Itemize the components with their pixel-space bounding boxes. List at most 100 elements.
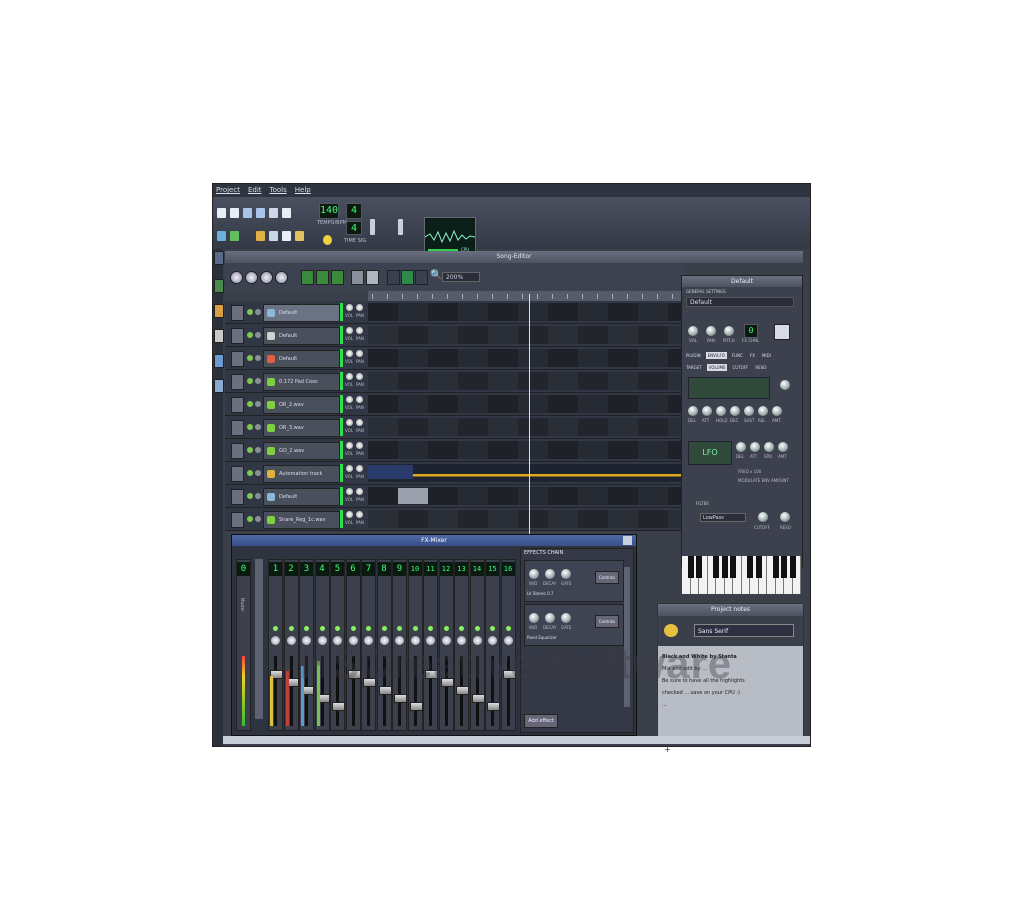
metronome-button[interactable] [387, 270, 400, 285]
tab-func[interactable]: FUNC [730, 352, 745, 359]
track-volume-knob[interactable] [346, 373, 353, 380]
track-name-button[interactable]: GO_2.wav [263, 442, 340, 460]
automation-clip[interactable] [368, 465, 413, 479]
track-pattern-area[interactable] [368, 418, 685, 436]
instrument-name-field[interactable]: Default [686, 297, 794, 307]
track-grip-icon[interactable] [231, 489, 244, 505]
effect-1-controls-button[interactable]: Controls [595, 571, 619, 584]
menu-project[interactable]: Project [216, 184, 240, 197]
lfo-knob[interactable] [736, 442, 746, 452]
mute-led-icon[interactable] [247, 332, 253, 338]
track-pattern-area[interactable] [368, 464, 685, 482]
recent-projects-icon[interactable] [256, 208, 265, 218]
solo-led-icon[interactable] [255, 447, 261, 453]
track-row[interactable]: 0.172 Pad Coos VOL PAN [225, 370, 685, 393]
effect-2-wd-knob[interactable] [529, 613, 539, 623]
solo-led-icon[interactable] [255, 378, 261, 384]
channel-mute-led-icon[interactable] [428, 626, 433, 631]
track-pan-knob[interactable] [356, 419, 363, 426]
new-project-icon[interactable] [217, 208, 226, 218]
track-row[interactable]: Snare_Reg_1c.wav VOL PAN [225, 508, 685, 531]
piano-black-key[interactable] [696, 556, 702, 578]
channel-mute-led-icon[interactable] [490, 626, 495, 631]
effect-2-decay-knob[interactable] [545, 613, 555, 623]
add-effect-button[interactable]: Add effect [524, 714, 558, 728]
track-volume-knob[interactable] [346, 419, 353, 426]
channel-send-knob[interactable] [286, 636, 296, 645]
channel-mute-led-icon[interactable] [397, 626, 402, 631]
track-pan-knob[interactable] [356, 442, 363, 449]
mute-led-icon[interactable] [247, 470, 253, 476]
mixer-channel[interactable]: 1 [268, 559, 283, 731]
sidebar-projects-icon[interactable] [214, 279, 224, 293]
channel-fader-handle[interactable] [471, 694, 485, 703]
track-row[interactable]: OR_3.wav VOL PAN [225, 416, 685, 439]
track-pan-knob[interactable] [356, 511, 363, 518]
channel-mute-led-icon[interactable] [459, 626, 464, 631]
piano-keyboard[interactable] [682, 556, 801, 594]
track-grip-icon[interactable] [231, 305, 244, 321]
track-pattern-area[interactable] [368, 441, 685, 459]
solo-led-icon[interactable] [255, 309, 261, 315]
track-row[interactable]: Default VOL PAN [225, 301, 685, 324]
menu-tools[interactable]: Tools [270, 184, 287, 197]
zoom-select[interactable]: 200% [442, 272, 480, 282]
channel-mute-led-icon[interactable] [505, 626, 511, 631]
automation-icon[interactable] [269, 231, 278, 241]
tab-target[interactable]: TARGET [684, 364, 704, 371]
star-icon[interactable] [323, 235, 332, 245]
track-pan-knob[interactable] [356, 304, 363, 311]
play-button[interactable] [230, 271, 243, 284]
pitch-knob[interactable] [724, 326, 734, 336]
solo-led-icon[interactable] [255, 516, 261, 522]
auto-scroll-button[interactable] [415, 270, 428, 285]
track-name-button[interactable]: OR_2.wav [263, 396, 340, 414]
channel-send-knob[interactable] [271, 636, 280, 645]
channel-fader-handle[interactable] [332, 702, 345, 711]
time-sig-display[interactable]: 4 [346, 203, 362, 219]
undo-icon[interactable] [664, 624, 678, 637]
sidebar-presets-icon[interactable] [214, 329, 224, 343]
solo-led-icon[interactable] [255, 355, 261, 361]
sidebar-home-icon[interactable] [214, 354, 224, 368]
export-icon[interactable] [282, 208, 291, 218]
timeline-ruler[interactable] [368, 291, 688, 301]
track-name-button[interactable]: OR_3.wav [263, 419, 340, 437]
env-knob[interactable] [758, 406, 768, 416]
new-from-template-icon[interactable] [230, 208, 239, 218]
channel-mute-led-icon[interactable] [319, 626, 325, 631]
track-grip-icon[interactable] [231, 374, 244, 390]
solo-led-icon[interactable] [255, 332, 261, 338]
channel-mute-led-icon[interactable] [288, 626, 294, 631]
track-grip-icon[interactable] [231, 397, 244, 413]
mute-led-icon[interactable] [247, 378, 253, 384]
mixer-scroll-bar[interactable] [255, 559, 263, 719]
solo-led-icon[interactable] [255, 401, 261, 407]
solo-led-icon[interactable] [255, 470, 261, 476]
track-pattern-area[interactable] [368, 372, 685, 390]
tab-env-lfo[interactable]: ENV/LFO [705, 352, 727, 359]
track-pan-knob[interactable] [356, 350, 363, 357]
pattern-clip[interactable] [398, 488, 428, 504]
add-automation-button[interactable] [331, 270, 344, 285]
edit-mode-button[interactable] [366, 270, 379, 285]
track-pan-knob[interactable] [356, 465, 363, 472]
menu-edit[interactable]: Edit [248, 184, 262, 197]
lfo-knob[interactable] [750, 442, 760, 452]
volume-slider-icon[interactable] [370, 219, 375, 235]
env-amount-knob[interactable] [780, 380, 790, 390]
track-row[interactable]: GO_2.wav VOL PAN [225, 439, 685, 462]
track-row[interactable]: Default VOL PAN [225, 324, 685, 347]
add-instrument-button[interactable] [301, 270, 314, 285]
track-volume-knob[interactable] [346, 465, 353, 472]
tab-plugin[interactable]: PLUGIN [684, 352, 703, 359]
volume-knob[interactable] [688, 326, 698, 336]
track-pattern-area[interactable] [368, 326, 685, 344]
piano-black-key[interactable] [721, 556, 728, 578]
record-button[interactable] [260, 271, 273, 284]
song-editor-icon[interactable] [230, 231, 239, 241]
track-name-button[interactable]: Default [263, 304, 340, 322]
track-pattern-area[interactable] [368, 487, 685, 505]
piano-black-key[interactable] [730, 556, 736, 578]
track-volume-knob[interactable] [346, 442, 353, 449]
